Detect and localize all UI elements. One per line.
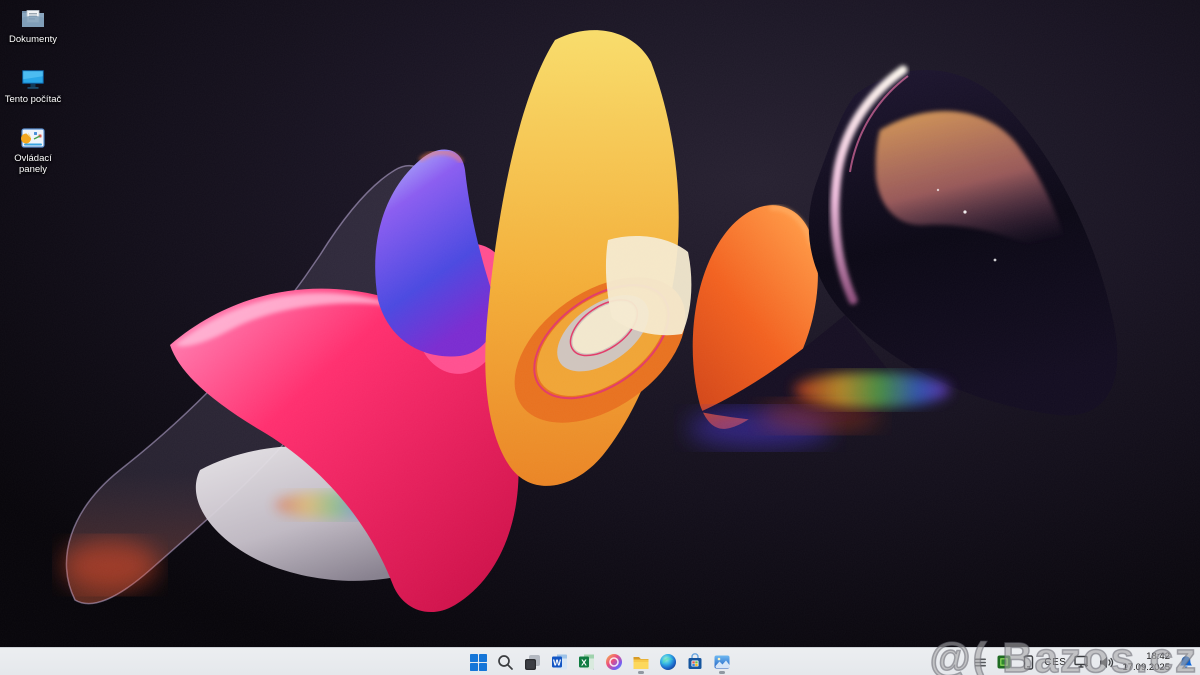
desktop-icon-dokumenty[interactable]: Dokumenty (0, 6, 66, 46)
excel-button[interactable]: X (573, 649, 600, 675)
system-tray: CES 18:42 17.09.2025 (972, 648, 1194, 675)
taskbar: W X (0, 647, 1200, 675)
word-icon: W (551, 653, 569, 671)
search-button[interactable] (492, 649, 519, 675)
task-view-icon (524, 654, 541, 671)
file-explorer-icon (632, 653, 650, 671)
desktop: Dokumenty Tento počítač Ovládací (0, 0, 1200, 675)
svg-text:W: W (552, 657, 561, 667)
control-panel-icon (20, 125, 46, 151)
speaker-icon[interactable] (1098, 654, 1114, 670)
running-indicator (719, 671, 725, 674)
copilot-button[interactable] (600, 649, 627, 675)
edge-button[interactable] (654, 649, 681, 675)
file-explorer-button[interactable] (627, 649, 654, 675)
windows-logo-icon (470, 654, 487, 671)
notification-bell-icon[interactable] (1178, 654, 1194, 670)
documents-folder-icon (20, 6, 46, 32)
task-view-button[interactable] (519, 649, 546, 675)
desktop-icon-ovladaci-panely[interactable]: Ovládací panely (0, 125, 66, 175)
desktop-icon-tento-pocitac[interactable]: Tento počítač (0, 66, 66, 106)
clock-time: 18:42 (1122, 651, 1170, 662)
overflow-icon[interactable] (972, 654, 988, 670)
ethernet-network-icon[interactable] (1074, 654, 1090, 670)
start-button[interactable] (465, 649, 492, 675)
taskbar-center-buttons: W X (465, 648, 735, 675)
svg-text:X: X (581, 657, 587, 667)
store-button[interactable] (681, 649, 708, 675)
excel-icon: X (578, 653, 596, 671)
copilot-icon (605, 653, 623, 671)
edge-icon (659, 653, 677, 671)
photos-icon (713, 653, 731, 671)
desktop-icon-list: Dokumenty Tento počítač Ovládací (0, 6, 66, 175)
desktop-icon-label: Ovládací panely (4, 154, 62, 175)
clock[interactable]: 18:42 17.09.2025 (1122, 651, 1170, 673)
photos-button[interactable] (708, 649, 735, 675)
green-app-tray-icon[interactable] (996, 654, 1012, 670)
desktop-icon-label: Tento počítač (5, 95, 62, 106)
desktop-icon-label: Dokumenty (9, 35, 57, 46)
clock-date: 17.09.2025 (1122, 662, 1170, 673)
word-button[interactable]: W (546, 649, 573, 675)
this-pc-icon (20, 66, 46, 92)
language-indicator[interactable]: CES (1044, 657, 1066, 668)
phone-device-tray-icon[interactable] (1020, 654, 1036, 670)
search-icon (497, 654, 514, 671)
wallpaper-abstract-bloom (0, 0, 1200, 647)
microsoft-store-icon (686, 653, 704, 671)
running-indicator (638, 671, 644, 674)
